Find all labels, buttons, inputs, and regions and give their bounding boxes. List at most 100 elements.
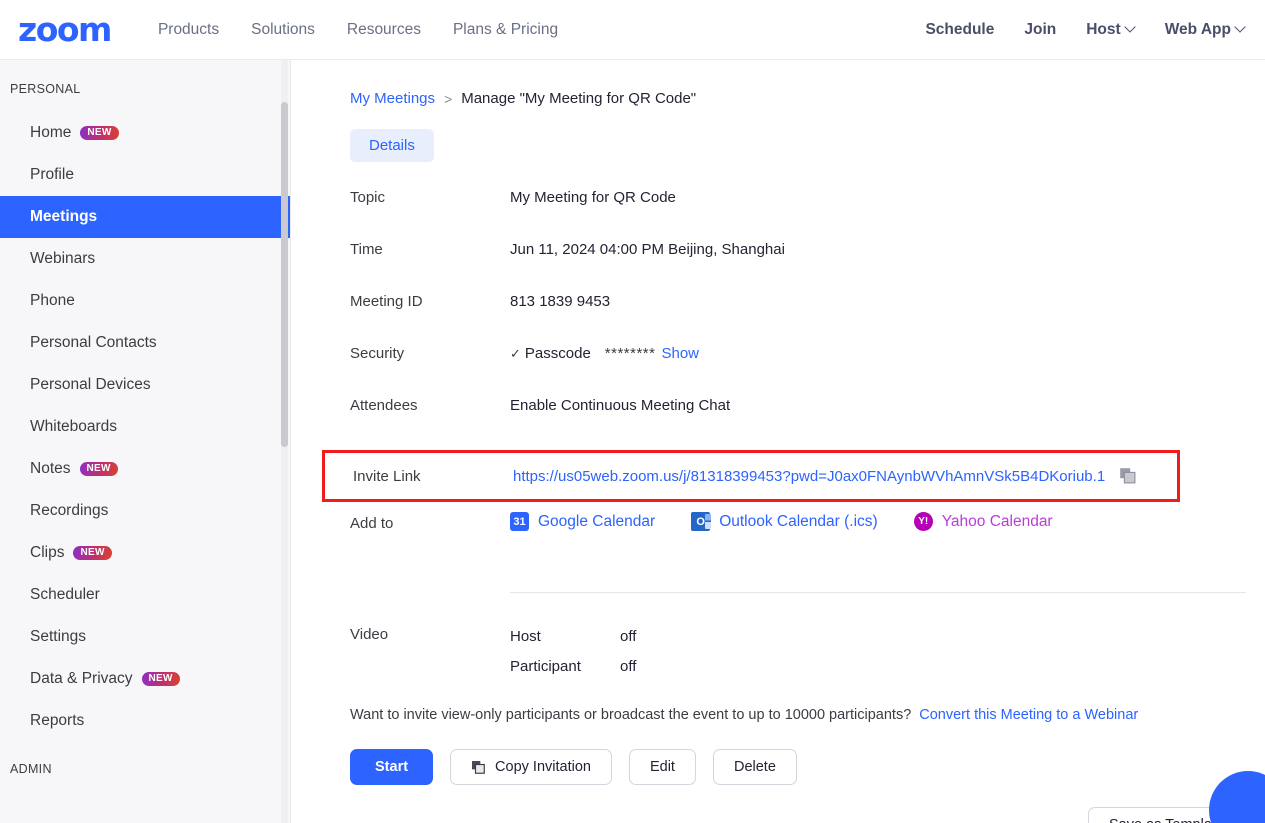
video-participant-key: Participant: [510, 657, 581, 675]
tab-details[interactable]: Details: [350, 129, 434, 162]
video-label: Video: [350, 626, 389, 643]
breadcrumb-current: Manage "My Meeting for QR Code": [461, 90, 697, 107]
nav-link-web-app[interactable]: Web App: [1165, 21, 1245, 39]
start-button[interactable]: Start: [350, 749, 434, 785]
nav-link-schedule-label: Schedule: [925, 20, 995, 38]
new-badge: NEW: [80, 125, 119, 141]
nav-link-solutions[interactable]: Solutions: [251, 21, 315, 39]
topic-label: Topic: [350, 189, 386, 206]
time-label: Time: [350, 241, 383, 258]
sidebar-item-notes[interactable]: Notes NEW: [0, 448, 290, 490]
nav-link-host[interactable]: Host: [1086, 21, 1134, 39]
meeting-id-value: 813 1839 9453: [510, 293, 611, 310]
security-label: Security: [350, 345, 405, 362]
security-value: ✓ Passcode ******** Show: [510, 340, 699, 362]
sidebar-item-whiteboards[interactable]: Whiteboards: [0, 406, 290, 448]
check-icon: ✓: [510, 346, 521, 361]
detail-row-invite-link: Invite Link https://us05web.zoom.us/j/81…: [322, 450, 1180, 502]
meeting-id-label: Meeting ID: [350, 293, 423, 310]
sidebar: PERSONAL Home NEW Profile Meetings Webin…: [0, 60, 291, 823]
outlook-calendar-link[interactable]: O Outlook Calendar (.ics): [691, 512, 878, 531]
copy-icon[interactable]: [1119, 467, 1137, 485]
video-host-key: Host: [510, 627, 541, 645]
detail-row-video: Video Host off Participant off: [350, 621, 1265, 681]
sidebar-item-phone[interactable]: Phone: [0, 280, 290, 322]
invite-link-url[interactable]: https://us05web.zoom.us/j/81318399453?pw…: [513, 468, 1105, 485]
sidebar-item-meetings[interactable]: Meetings: [0, 196, 290, 238]
sidebar-item-label: Personal Devices: [30, 376, 151, 393]
copy-icon-svg: [472, 760, 485, 774]
sidebar-item-reports[interactable]: Reports: [0, 700, 290, 742]
nav-link-join-label: Join: [1024, 20, 1057, 38]
convert-to-webinar-link[interactable]: Convert this Meeting to a Webinar: [919, 707, 1138, 723]
sidebar-item-label: Webinars: [30, 250, 96, 267]
sidebar-item-recordings[interactable]: Recordings: [0, 490, 290, 532]
nav-link-schedule[interactable]: Schedule: [925, 21, 994, 39]
sidebar-item-label: Profile: [30, 166, 74, 183]
sidebar-item-label: Home: [30, 124, 72, 141]
edit-button[interactable]: Edit: [628, 749, 696, 785]
sidebar-item-label: Phone: [30, 292, 75, 309]
nav-link-host-label: Host: [1086, 20, 1121, 38]
detail-row-time: Time Jun 11, 2024 04:00 PM Beijing, Shan…: [350, 236, 1265, 288]
sidebar-item-label: Personal Contacts: [30, 334, 157, 351]
video-participant-value: off: [620, 657, 637, 675]
breadcrumb-link-my-meetings[interactable]: My Meetings: [350, 90, 435, 107]
nav-link-plans-pricing[interactable]: Plans & Pricing: [453, 21, 558, 39]
nav-link-products[interactable]: Products: [158, 21, 219, 39]
new-badge: NEW: [141, 671, 180, 687]
convert-to-webinar-line: Want to invite view-only participants or…: [350, 707, 1265, 723]
sidebar-item-label: Notes: [30, 460, 71, 477]
sidebar-item-webinars[interactable]: Webinars: [0, 238, 290, 280]
sidebar-item-scheduler[interactable]: Scheduler: [0, 574, 290, 616]
detail-row-meeting-id: Meeting ID 813 1839 9453: [350, 288, 1265, 340]
show-passcode-link[interactable]: Show: [661, 345, 699, 362]
top-navigation-bar: zoom Products Solutions Resources Plans …: [0, 0, 1265, 60]
nav-link-web-app-label: Web App: [1164, 20, 1231, 38]
passcode-label: Passcode: [524, 345, 591, 362]
sidebar-item-label: Recordings: [30, 502, 109, 519]
new-badge: NEW: [73, 545, 112, 561]
copy-invitation-button[interactable]: Copy Invitation: [450, 749, 612, 785]
sidebar-section-admin: ADMIN: [10, 762, 52, 776]
zoom-logo[interactable]: zoom: [18, 13, 112, 46]
sidebar-item-settings[interactable]: Settings: [0, 616, 290, 658]
video-settings-table: Host off Participant off: [510, 621, 636, 681]
sidebar-item-label: Settings: [30, 628, 87, 645]
tab-bar: Details: [350, 129, 1265, 162]
sidebar-item-label: Clips: [30, 544, 65, 561]
sidebar-scrollbar-thumb[interactable]: [281, 102, 288, 447]
delete-button[interactable]: Delete: [712, 749, 797, 785]
main-content: My Meetings > Manage "My Meeting for QR …: [291, 60, 1265, 823]
sidebar-item-personal-contacts[interactable]: Personal Contacts: [0, 322, 290, 364]
yahoo-calendar-link[interactable]: Y! Yahoo Calendar: [913, 512, 1053, 531]
google-calendar-label: Google Calendar: [538, 512, 656, 530]
nav-link-join[interactable]: Join: [1024, 21, 1056, 39]
sidebar-item-label: Reports: [30, 712, 85, 729]
new-badge: NEW: [79, 461, 118, 477]
copy-icon-svg: [1120, 468, 1136, 484]
nav-link-resources[interactable]: Resources: [347, 21, 421, 39]
yahoo-calendar-icon: Y!: [913, 512, 933, 531]
sidebar-item-personal-devices[interactable]: Personal Devices: [0, 364, 290, 406]
detail-row-add-to: Add to 31 Google Calendar O Outlook Cale…: [350, 510, 1265, 562]
chevron-down-icon: [1236, 23, 1245, 32]
passcode-masked-value: ********: [604, 345, 656, 362]
chevron-down-icon: [1126, 23, 1135, 32]
sidebar-item-home[interactable]: Home NEW: [0, 112, 290, 154]
google-calendar-link[interactable]: 31 Google Calendar: [510, 512, 655, 531]
attendees-value: Enable Continuous Meeting Chat: [510, 397, 731, 414]
attendees-label: Attendees: [350, 397, 418, 414]
sidebar-item-data-privacy[interactable]: Data & Privacy NEW: [0, 658, 290, 700]
breadcrumb: My Meetings > Manage "My Meeting for QR …: [350, 90, 1265, 107]
sidebar-item-clips[interactable]: Clips NEW: [0, 532, 290, 574]
outlook-calendar-icon: O: [691, 512, 712, 531]
action-button-bar: Start Copy Invitation Edit Delete: [350, 749, 1265, 785]
sidebar-item-profile[interactable]: Profile: [0, 154, 290, 196]
outlook-calendar-label: Outlook Calendar (.ics): [719, 512, 878, 530]
video-row-participant: Participant off: [510, 651, 636, 681]
yahoo-calendar-label: Yahoo Calendar: [941, 512, 1053, 530]
topic-value: My Meeting for QR Code: [510, 189, 676, 206]
add-to-label: Add to: [350, 515, 394, 532]
sidebar-section-personal: PERSONAL: [10, 82, 81, 96]
